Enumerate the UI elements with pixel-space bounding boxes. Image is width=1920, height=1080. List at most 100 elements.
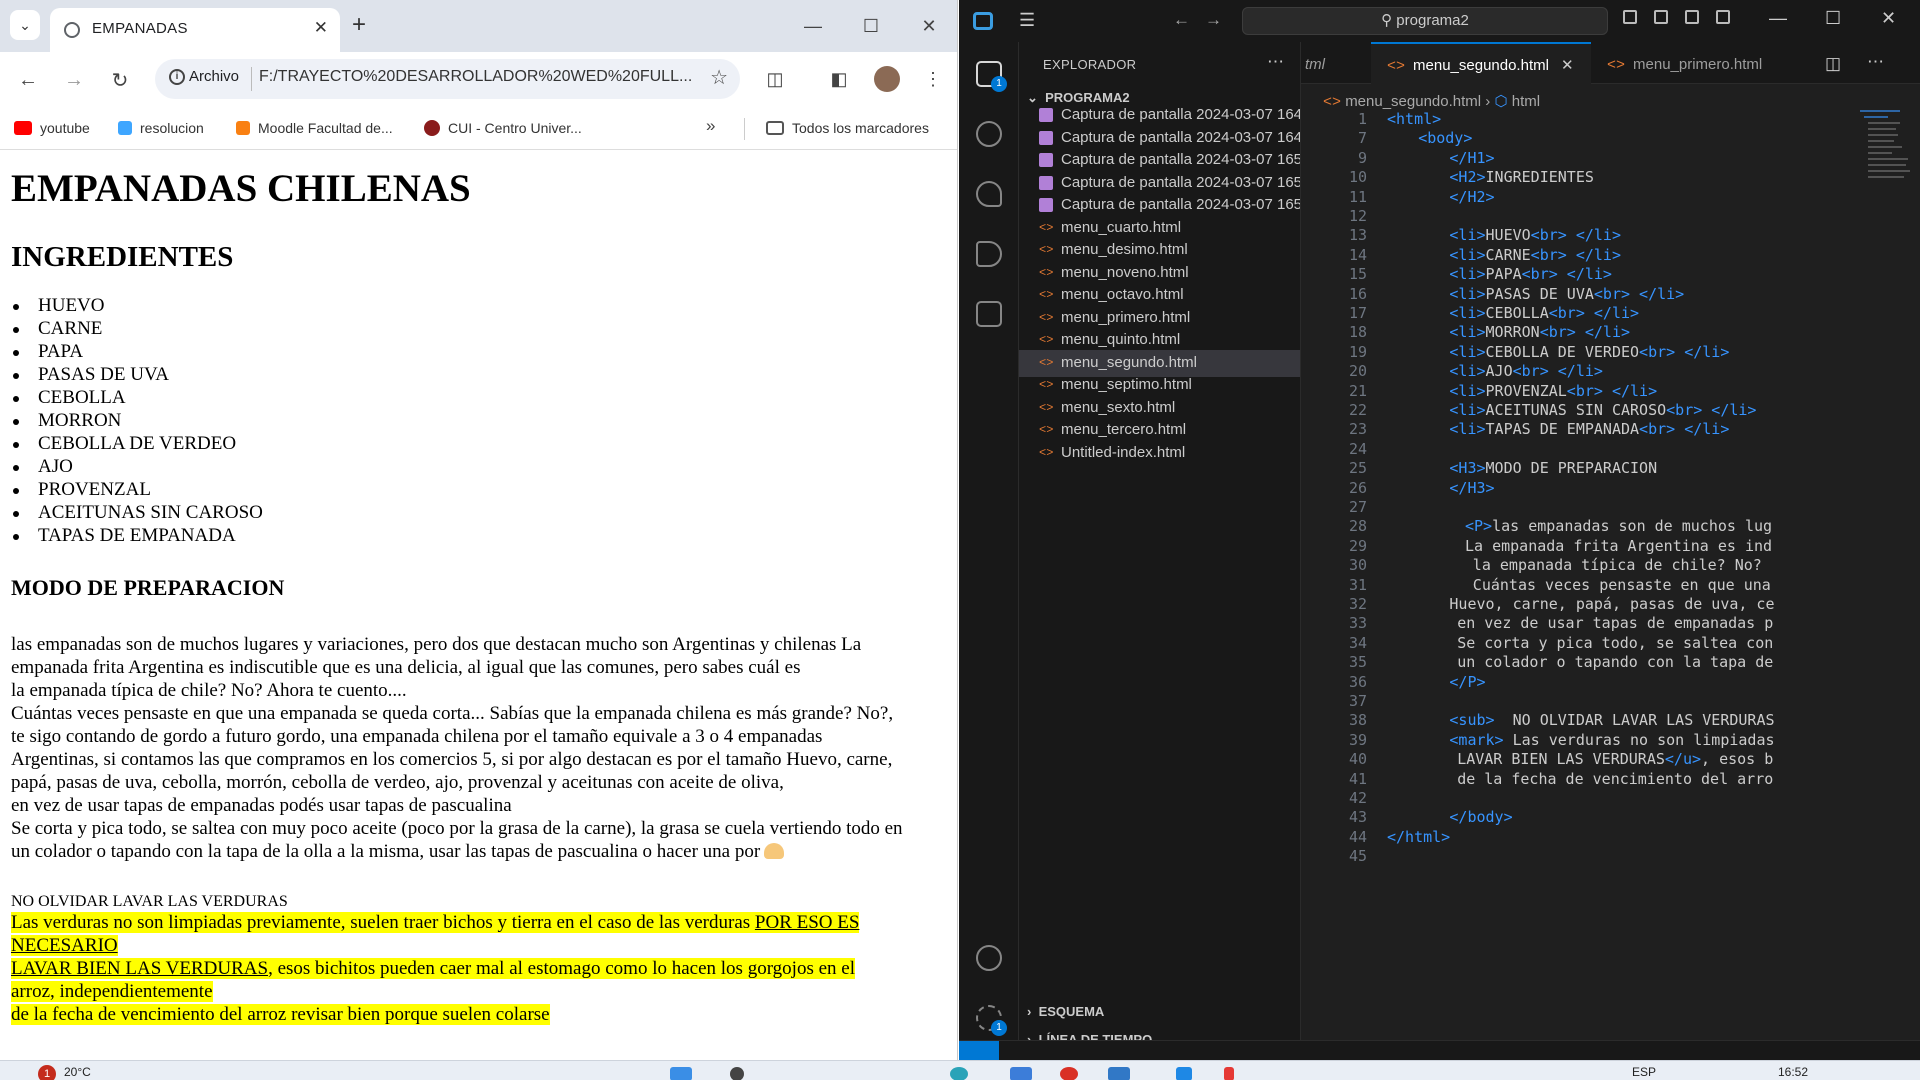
toggle-panel-icon[interactable] [1654,10,1668,24]
weather-temp[interactable]: 20°C [64,1065,91,1079]
code-tag: <br> [1512,362,1549,381]
bookmark-label: Todos los marcadores [792,120,929,136]
profile-avatar[interactable] [874,66,900,92]
youtube-icon [14,121,32,135]
bookmark-resolucion[interactable]: resolucion [118,116,204,140]
code-text: MORRON [1485,323,1540,342]
minimize-button[interactable]: — [1769,8,1787,29]
address-bar[interactable]: i Archivo F:/TRAYECTO%20DESARROLLADOR%20… [155,59,740,99]
editor-tab[interactable]: tml [1301,42,1371,84]
code-tag: <br> [1666,401,1703,419]
ingredients-list: HUEVO CARNE PAPA PASAS DE UVA CEBOLLA MORRON C… [11,294,951,547]
element-icon: ⬡ [1494,93,1508,110]
bookmark-cui[interactable]: CUI - Centro Univer... [424,116,582,140]
tab-search-button[interactable]: ⌄ [10,10,40,40]
search-taskbar-icon[interactable] [730,1067,744,1080]
maximize-button[interactable]: ☐ [842,0,900,52]
code-text: Huevo, carne, papá, pasas de uva, ce [1449,595,1775,613]
chrome-taskbar-icon[interactable] [1060,1067,1078,1080]
accounts-icon[interactable] [973,942,1005,974]
more-bookmarks-chevron-icon[interactable]: » [706,116,715,136]
chrome-menu-icon[interactable]: ⋮ [916,62,950,96]
forward-arrow-icon[interactable]: → [1205,10,1222,30]
start-icon[interactable] [670,1067,692,1080]
code-text: CEBOLLA [1485,304,1549,322]
app-icon[interactable] [1176,1067,1192,1080]
toggle-secondary-sidebar-icon[interactable] [1685,10,1699,24]
clock[interactable]: 16:52 [1778,1065,1808,1079]
edge-icon[interactable] [950,1067,968,1080]
close-tab-icon[interactable]: ✕ [314,18,328,38]
bookmark-youtube[interactable]: youtube [14,116,90,140]
code-text: , esos b [1701,750,1774,769]
code-text: la empanada típica de chile? No? [1472,556,1762,575]
run-debug-icon[interactable] [973,238,1005,270]
vscode-window: ☰ ← → ⚲ programa2 — ☐ ✕ 1 1 EXPLORADOR ⋯… [959,0,1920,1060]
code-text: en vez de usar tapas de empanadas p [1457,614,1774,633]
file-item[interactable]: <> Untitled-index.html [1019,440,1300,467]
url-text[interactable]: F:/TRAYECTO%20DESARROLLADOR%20WED%20FULL… [259,68,699,86]
extensions-icon[interactable] [973,298,1005,330]
new-tab-button[interactable]: + [352,12,366,38]
language-indicator[interactable]: ESP [1632,1065,1656,1079]
explorer-sidebar: EXPLORADOR ⋯ ⌄ PROGRAMA2 Captura de pant… [1019,42,1300,1060]
code-tag: </H1> [1449,148,1495,167]
code-tag: <br> [1530,226,1567,245]
toggle-sidebar-icon[interactable] [1623,10,1637,24]
file-name: menu_desimo.html [1061,241,1188,258]
back-arrow-icon[interactable]: ← [1173,10,1190,30]
all-bookmarks-folder[interactable]: Todos los marcadores [766,116,929,140]
editor-tab-active[interactable]: <> menu_segundo.html ✕ [1371,42,1591,84]
html-file-icon: <> [1039,220,1054,235]
maximize-button[interactable]: ☐ [1825,8,1841,29]
weather-badge[interactable]: 1 [38,1065,56,1080]
app-icon[interactable] [1224,1067,1234,1080]
reload-button[interactable]: ↻ [102,62,138,98]
vscode-logo-icon [973,12,993,30]
minimize-button[interactable]: — [784,0,842,52]
more-actions-icon[interactable]: ⋯ [1267,52,1284,72]
html-file-icon: <> [1039,243,1054,257]
vscode-taskbar-icon[interactable] [1108,1067,1130,1080]
paragraph-line: las empanadas son de muchos lugares y va… [11,633,951,656]
breadcrumb-file[interactable]: menu_segundo.html [1345,93,1481,110]
command-center-search[interactable]: ⚲ programa2 [1242,7,1608,35]
breadcrumb-node[interactable]: html [1512,93,1540,110]
manage-badge: 1 [991,1020,1007,1036]
forward-button[interactable]: → [56,62,92,98]
remote-indicator[interactable] [959,1041,999,1060]
code-tag: </li> [1557,362,1603,381]
side-panel-icon[interactable]: ◧ [822,62,856,96]
bookmark-moodle[interactable]: Moodle Facultad de... [236,116,393,140]
bookmark-star-icon[interactable]: ☆ [710,65,728,90]
code-tag: </html> [1387,827,1451,846]
outline-section[interactable]: › ESQUEMA [1027,1004,1104,1019]
files-icon[interactable] [1010,1067,1032,1080]
close-window-button[interactable]: ✕ [900,0,957,52]
close-tab-icon[interactable]: ✕ [1561,57,1574,74]
minimap[interactable] [1858,110,1920,210]
editor-tabs: tml <> menu_segundo.html ✕ <> menu_primero.… [1301,42,1920,84]
menu-icon[interactable]: ☰ [1019,10,1035,31]
line-number: 41 [1348,769,1367,788]
split-editor-icon[interactable]: ◫ [1825,42,1855,84]
extensions-icon[interactable]: ◫ [758,62,792,96]
browser-tab[interactable]: EMPANADAS ✕ [50,8,340,52]
origin-chip[interactable]: Archivo [189,68,239,85]
editor-more-icon[interactable]: ⋯ [1867,42,1897,84]
customize-layout-icon[interactable] [1716,10,1730,24]
explorer-icon[interactable]: 1 [973,58,1007,92]
source-control-icon[interactable] [973,178,1005,210]
file-name: Captura de pantalla 2024-03-07 164... [1061,106,1300,123]
info-icon[interactable]: i [169,69,185,85]
close-window-button[interactable]: ✕ [1881,8,1896,29]
line-number: 1 [1357,110,1367,128]
line-number: 12 [1348,207,1367,225]
back-button[interactable]: ← [10,62,46,98]
editor-tab[interactable]: <> menu_primero.html [1591,42,1801,84]
line-number: 15 [1348,265,1367,284]
manage-gear-icon[interactable]: 1 [973,1002,1007,1036]
search-icon[interactable] [973,118,1005,150]
